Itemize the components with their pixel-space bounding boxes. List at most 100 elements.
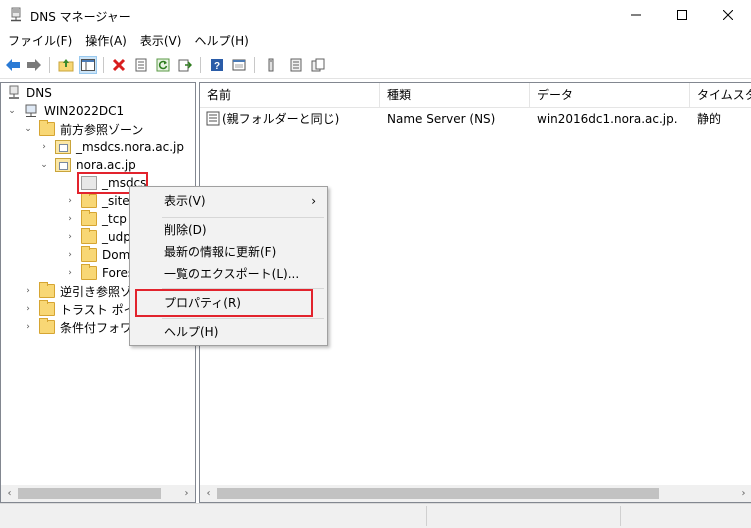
scroll-left-icon[interactable]: ‹ bbox=[1, 485, 18, 502]
up-folder-icon bbox=[58, 59, 74, 72]
column-header-name[interactable]: 名前 bbox=[200, 83, 380, 107]
tree-item-domain[interactable]: › Doma bbox=[65, 246, 138, 264]
menu-view[interactable]: 表示(V) bbox=[135, 31, 187, 51]
tree-label: _tcp bbox=[102, 212, 127, 226]
tree-label: _udp bbox=[102, 230, 131, 244]
tree-item-forest[interactable]: › Fores bbox=[65, 264, 134, 282]
help-icon: ? bbox=[211, 59, 223, 72]
context-menu-view[interactable]: 表示(V) › bbox=[132, 191, 325, 212]
dns-server-icon bbox=[11, 7, 21, 22]
menu-help[interactable]: ヘルプ(H) bbox=[189, 31, 253, 51]
tree-label: 前方参照ゾーン bbox=[60, 122, 144, 137]
context-menu-delete[interactable]: 削除(D) bbox=[132, 220, 325, 241]
record-icon bbox=[206, 111, 220, 126]
zone-icon bbox=[55, 140, 71, 154]
menu-item-label: 表示(V) bbox=[164, 194, 206, 208]
tree-item-zone-msdcs[interactable]: › _msdcs.nora.ac.jp bbox=[39, 138, 184, 156]
properties-highlight-box bbox=[135, 289, 313, 317]
cell-type: Name Server (NS) bbox=[387, 112, 496, 126]
chevron-right-icon[interactable]: › bbox=[65, 210, 75, 228]
tree-item-tcp[interactable]: › _tcp bbox=[65, 210, 127, 228]
tree-label: DNS bbox=[26, 86, 52, 100]
title-bar: DNS マネージャー bbox=[0, 0, 751, 30]
forward-arrow-icon bbox=[27, 59, 41, 71]
copy-icon bbox=[311, 58, 325, 72]
maximize-icon bbox=[677, 10, 687, 20]
refresh-button[interactable] bbox=[154, 56, 172, 74]
delete-button[interactable] bbox=[110, 56, 128, 74]
scroll-right-icon[interactable]: › bbox=[178, 485, 195, 502]
menu-file[interactable]: ファイル(F) bbox=[3, 31, 77, 51]
menu-action[interactable]: 操作(A) bbox=[80, 31, 132, 51]
folder-icon bbox=[39, 300, 55, 316]
tree-item-server[interactable]: ⌄ WIN2022DC1 bbox=[7, 102, 124, 120]
help-button[interactable]: ? bbox=[208, 56, 226, 74]
tree-label: nora.ac.jp bbox=[76, 158, 136, 172]
list-horizontal-scrollbar[interactable]: ‹ › bbox=[200, 485, 751, 502]
context-menu-help[interactable]: ヘルプ(H) bbox=[132, 322, 325, 343]
chevron-right-icon[interactable]: › bbox=[23, 282, 33, 300]
status-bar bbox=[0, 503, 751, 528]
show-hide-console-tree-button[interactable] bbox=[79, 56, 97, 74]
dns-server-icon bbox=[9, 85, 19, 99]
tree-item-udp[interactable]: › _udp bbox=[65, 228, 131, 246]
folder-icon bbox=[81, 228, 97, 244]
export-list-icon bbox=[178, 59, 192, 72]
chevron-right-icon[interactable]: › bbox=[65, 192, 75, 210]
tree-item-reverse-zones[interactable]: › 逆引き参照ゾ bbox=[23, 282, 132, 300]
chevron-right-icon: › bbox=[311, 194, 316, 208]
tree-label: WIN2022DC1 bbox=[44, 104, 125, 118]
context-menu: 表示(V) › 削除(D) 最新の情報に更新(F) 一覧のエクスポート(L)..… bbox=[129, 186, 328, 346]
properties-button[interactable] bbox=[132, 56, 150, 74]
chevron-right-icon[interactable]: › bbox=[23, 300, 33, 318]
back-button[interactable] bbox=[4, 56, 22, 74]
column-header-type[interactable]: 種類 bbox=[380, 83, 530, 107]
column-header-timestamp[interactable]: タイムスタン bbox=[690, 83, 751, 107]
chevron-down-icon[interactable]: ⌄ bbox=[7, 102, 17, 120]
minimize-icon bbox=[631, 14, 641, 16]
close-button[interactable] bbox=[705, 0, 751, 30]
toolbar: ? bbox=[0, 52, 751, 79]
folder-icon bbox=[81, 246, 97, 262]
scroll-left-icon[interactable]: ‹ bbox=[200, 485, 217, 502]
up-folder-button[interactable] bbox=[57, 56, 75, 74]
properties-icon bbox=[135, 58, 147, 72]
cell-data: win2016dc1.nora.ac.jp. bbox=[537, 112, 678, 126]
refresh-icon bbox=[156, 58, 170, 72]
folder-icon bbox=[81, 210, 97, 226]
window-title: DNS マネージャー bbox=[30, 10, 131, 24]
chevron-right-icon[interactable]: › bbox=[23, 318, 33, 336]
context-menu-refresh[interactable]: 最新の情報に更新(F) bbox=[132, 242, 325, 263]
svg-text:?: ? bbox=[214, 61, 220, 72]
chevron-right-icon[interactable]: › bbox=[65, 264, 75, 282]
scroll-thumb[interactable] bbox=[217, 488, 659, 499]
chevron-right-icon[interactable]: › bbox=[65, 228, 75, 246]
menu-bar: ファイル(F) 操作(A) 表示(V) ヘルプ(H) bbox=[0, 30, 751, 52]
copy-button[interactable] bbox=[309, 56, 327, 74]
chevron-right-icon[interactable]: › bbox=[65, 246, 75, 264]
server-button[interactable] bbox=[262, 56, 280, 74]
chevron-down-icon[interactable]: ⌄ bbox=[23, 120, 33, 138]
folder-icon bbox=[39, 318, 55, 334]
console-button[interactable] bbox=[230, 56, 248, 74]
scroll-thumb[interactable] bbox=[18, 488, 161, 499]
export-list-button[interactable] bbox=[176, 56, 194, 74]
tree-item-sites[interactable]: › _sites bbox=[65, 192, 136, 210]
chevron-right-icon[interactable]: › bbox=[39, 138, 49, 156]
chevron-down-icon[interactable]: ⌄ bbox=[39, 156, 49, 174]
column-header-data[interactable]: データ bbox=[530, 83, 690, 107]
context-menu-export-list[interactable]: 一覧のエクスポート(L)... bbox=[132, 264, 325, 285]
list-button[interactable] bbox=[287, 56, 305, 74]
scroll-right-icon[interactable]: › bbox=[735, 485, 751, 502]
maximize-button[interactable] bbox=[659, 0, 705, 30]
tree-horizontal-scrollbar[interactable]: ‹ › bbox=[1, 485, 195, 502]
minimize-button[interactable] bbox=[613, 0, 659, 30]
tree-item-forward-zones[interactable]: ⌄ 前方参照ゾーン bbox=[23, 120, 143, 138]
tree-label: 逆引き参照ゾ bbox=[60, 284, 133, 299]
delete-icon bbox=[112, 58, 126, 72]
forward-button[interactable] bbox=[25, 56, 43, 74]
folder-icon bbox=[39, 120, 55, 136]
tree-item-conditional-forwarders[interactable]: › 条件付フォワー bbox=[23, 318, 144, 336]
tree-item-dns[interactable]: DNS bbox=[7, 84, 52, 102]
tree-label: _msdcs.nora.ac.jp bbox=[76, 140, 184, 154]
